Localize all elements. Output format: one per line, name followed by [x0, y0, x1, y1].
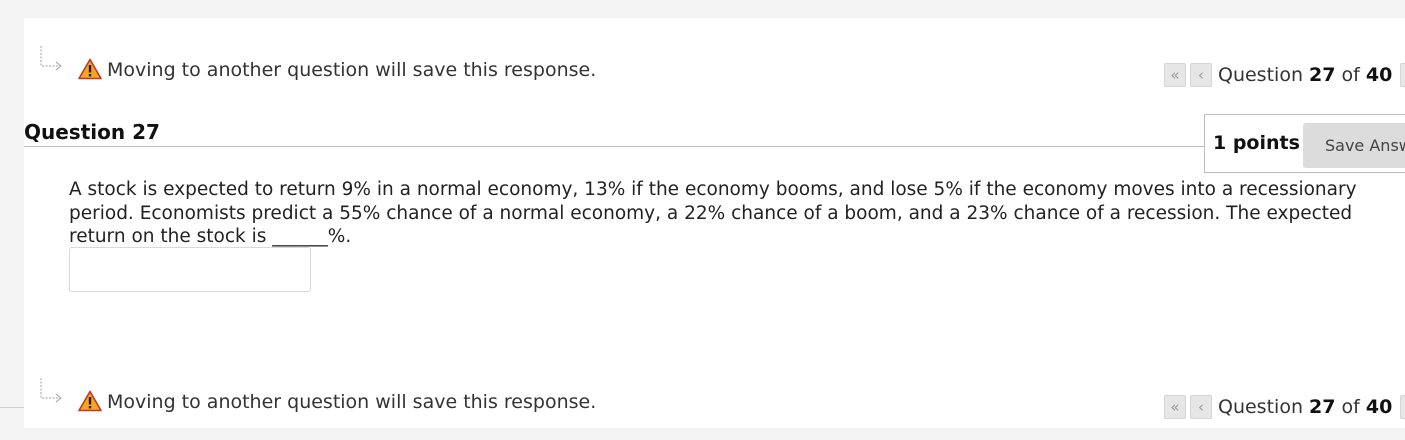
chevron-left-icon: ‹ [1198, 398, 1204, 416]
question-counter: Question 27 of 40 [1218, 396, 1393, 418]
question-title-rule [24, 146, 1205, 147]
question-title: Question 27 [24, 120, 160, 144]
first-question-button[interactable]: « [1164, 63, 1186, 87]
warning-text: Moving to another question will save thi… [107, 59, 597, 81]
points-label: 1 points [1213, 132, 1300, 154]
chevron-left-icon: ‹ [1198, 66, 1204, 84]
next-question-button[interactable]: › [1400, 395, 1405, 419]
question-text: A stock is expected to return 9% in a no… [69, 179, 1357, 247]
warning-bar-top: Moving to another question will save thi… [24, 46, 1405, 90]
double-chevron-left-icon: « [1170, 66, 1180, 84]
warning-triangle-icon [78, 390, 102, 412]
corner-arrow-icon [40, 378, 62, 403]
warning-bar-bottom: Moving to another question will save thi… [24, 378, 1405, 422]
double-chevron-left-icon: « [1170, 398, 1180, 416]
first-question-button[interactable]: « [1164, 395, 1186, 419]
question-navigation: « ‹ Question 27 of 40 › [1164, 394, 1405, 420]
question-counter: Question 27 of 40 [1218, 64, 1393, 86]
points-box: 1 points Save Answer [1204, 114, 1405, 173]
previous-question-button[interactable]: ‹ [1190, 395, 1212, 419]
warning-triangle-icon [78, 58, 102, 80]
question-navigation: « ‹ Question 27 of 40 › [1164, 62, 1405, 88]
answer-input[interactable] [69, 247, 311, 292]
divider [0, 407, 24, 408]
warning-text: Moving to another question will save thi… [107, 391, 597, 413]
next-question-button[interactable]: › [1400, 63, 1405, 87]
corner-arrow-icon [40, 46, 62, 71]
previous-question-button[interactable]: ‹ [1190, 63, 1212, 87]
save-answer-button[interactable]: Save Answer [1303, 123, 1405, 168]
